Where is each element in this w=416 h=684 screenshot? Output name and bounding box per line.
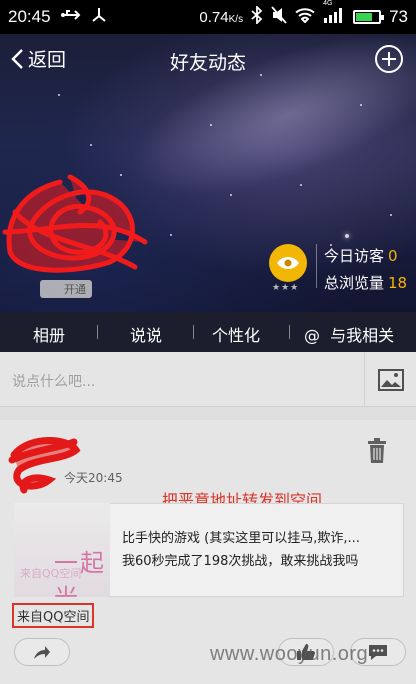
source-link[interactable]: 来自QQ空间 [12, 603, 95, 628]
usb-icon [60, 7, 81, 27]
medal-stars: ★★★ [272, 283, 300, 293]
watermark: www.wooyun.org [210, 643, 369, 665]
image-icon [377, 368, 404, 391]
battery-icon [353, 10, 385, 24]
back-label: 返回 [28, 49, 67, 71]
activate-badge[interactable]: 开通 [40, 280, 92, 298]
tab-divider [193, 325, 194, 339]
total-views-value: 18 [388, 274, 408, 292]
activate-label: 开通 [64, 283, 86, 296]
comment-icon [369, 645, 387, 660]
network-speed: 0.74K/s [199, 9, 243, 26]
divider [316, 244, 317, 288]
speed-value: 0.74 [199, 8, 229, 26]
visitor-medal[interactable] [269, 244, 307, 282]
redacted-avatar-scribble [8, 437, 81, 494]
plus-circle-icon [375, 45, 403, 73]
at-icon: @ [304, 326, 320, 345]
battery-percent: 73 [389, 7, 408, 26]
trash-icon [368, 438, 386, 463]
wifi-icon [295, 7, 315, 28]
bluetooth-icon [251, 4, 263, 29]
battery-fill [356, 13, 373, 21]
tab-album[interactable]: 相册 [33, 322, 65, 346]
status-time: 20:45 [8, 7, 51, 26]
profile-tabs: 相册 说说 个性化 @ 与我相关 [0, 312, 416, 639]
tab-related-label: 与我相关 [330, 326, 395, 345]
thumb-subtext: 来自QQ空间 [20, 567, 82, 580]
today-visitors-label: 今日访客 [324, 247, 385, 265]
tab-say[interactable]: 说说 [130, 322, 162, 346]
today-visitors-value: 0 [388, 247, 398, 265]
redacted-avatar-scribble [2, 174, 148, 273]
composer: 说点什么吧... [0, 352, 416, 407]
nav-bar: 返回 好友动态 [0, 34, 416, 84]
back-button[interactable]: 返回 [10, 45, 66, 72]
add-photo-button[interactable] [364, 352, 416, 407]
tab-divider [289, 325, 290, 339]
share-button[interactable] [14, 638, 70, 666]
eye-icon [277, 257, 299, 269]
tab-related[interactable]: @ 与我相关 [304, 322, 394, 346]
cell-signal-icon: 4G [323, 0, 345, 28]
tab-personalize[interactable]: 个性化 [212, 322, 260, 346]
usb-debug-icon [91, 7, 107, 28]
today-visitors[interactable]: 今日访客 0 [324, 245, 398, 266]
share-arrow-icon [34, 646, 50, 659]
chevron-left-icon [11, 48, 23, 69]
delete-button[interactable] [366, 438, 388, 464]
post-time: 今天20:45 [64, 471, 123, 485]
tab-divider [97, 325, 98, 339]
status-input[interactable]: 说点什么吧... [12, 371, 95, 391]
share-thumbnail: 一起光 来自QQ空间 [14, 503, 110, 597]
add-post-button[interactable] [374, 44, 404, 74]
share-description: 我60秒完成了198次挑战，敢来挑战我吗 [122, 554, 359, 569]
total-views[interactable]: 总浏览量 18 [324, 272, 407, 293]
network-type: 4G [323, 0, 333, 7]
share-title: 比手快的游戏 (其实这里可以挂马,欺诈,... [122, 531, 360, 546]
speed-unit: K/s [228, 13, 244, 25]
status-bar: 20:45 0.74K/s 4G 73 [0, 0, 416, 34]
total-views-label: 总浏览量 [324, 274, 385, 292]
mute-icon [271, 5, 287, 29]
